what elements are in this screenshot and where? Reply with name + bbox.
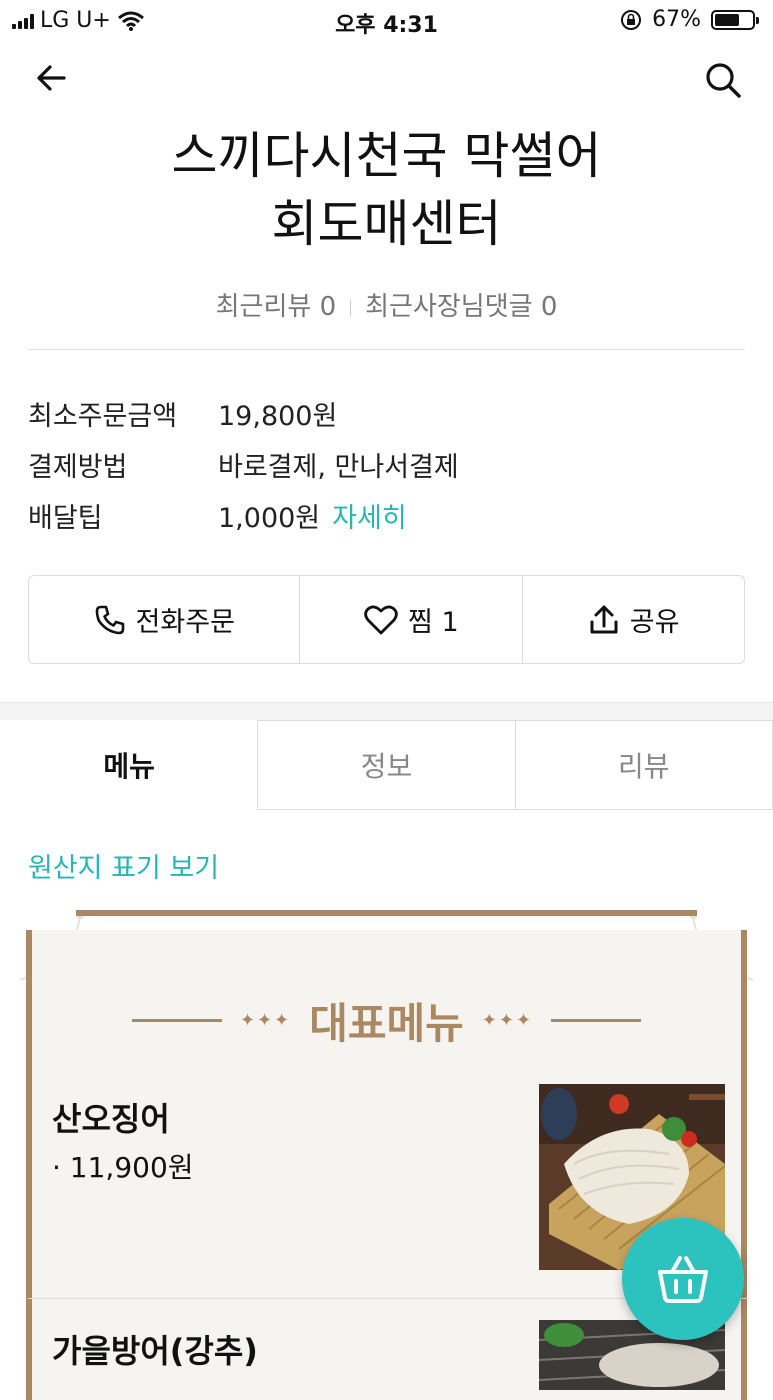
- heart-icon: [364, 605, 398, 634]
- tab-menu[interactable]: 메뉴: [0, 720, 259, 810]
- store-name-line1: 스끼다시천국 막썰어: [171, 127, 602, 185]
- store-name-line2: 회도매센터: [271, 195, 502, 253]
- header-line: [551, 1019, 642, 1022]
- share-label: 공유: [629, 607, 680, 638]
- call-order-label: 전화주문: [135, 607, 235, 638]
- back-button[interactable]: [32, 58, 72, 98]
- like-button[interactable]: 찜 1: [299, 576, 522, 663]
- battery-percent: 67%: [652, 7, 701, 32]
- battery-icon: [711, 9, 759, 30]
- call-order-button[interactable]: 전화주문: [29, 576, 299, 663]
- search-button[interactable]: [701, 58, 745, 102]
- rotation-lock-icon: [621, 9, 642, 30]
- min-order-row: 최소주문금액 19,800원: [28, 388, 459, 439]
- header-dots: ✦✦✦: [481, 1010, 534, 1031]
- phone-icon: [95, 605, 124, 634]
- board-title: 대표메뉴: [309, 999, 464, 1048]
- divider: [28, 349, 745, 350]
- payment-label: 결제방법: [28, 452, 128, 483]
- delivery-tip-row: 배달팁 1,000원 자세히: [28, 490, 459, 541]
- action-bar: 전화주문 찜 1 공유: [28, 575, 745, 664]
- menu-item-name: 산오징어: [52, 1100, 170, 1138]
- tab-info[interactable]: 정보: [258, 720, 516, 810]
- header-line: [131, 1019, 222, 1022]
- like-label: 찜 1: [408, 607, 459, 638]
- delivery-tip-label: 배달팁: [28, 503, 103, 534]
- payment-row: 결제방법 바로결제, 만나서결제: [28, 439, 459, 490]
- basket-icon: [658, 1256, 708, 1303]
- board-header: ✦✦✦ 대표메뉴 ✦✦✦: [14, 990, 759, 1051]
- min-order-value: 19,800원: [218, 401, 338, 432]
- min-order-label: 최소주문금액: [28, 401, 178, 432]
- delivery-tip-detail-link[interactable]: 자세히: [332, 496, 407, 535]
- menu-item-price: · 11,900원: [52, 1151, 194, 1184]
- status-right: 67%: [620, 7, 759, 32]
- store-info: 최소주문금액 19,800원 결제방법 바로결제, 만나서결제 배달팁 1,00…: [28, 388, 459, 541]
- share-button[interactable]: 공유: [522, 576, 744, 663]
- menu-item[interactable]: 가을방어(강추): [28, 1320, 749, 1400]
- search-icon: [706, 63, 741, 98]
- board-top-bar: [76, 910, 697, 934]
- review-summary: 최근리뷰 0 최근사장님댓글 0: [0, 286, 773, 323]
- tab-bar: 메뉴 정보 리뷰: [0, 720, 773, 810]
- nav-bar: [0, 52, 773, 108]
- menu-item-name: 가을방어(강추): [52, 1332, 258, 1370]
- divider: [350, 299, 352, 316]
- origin-info-link[interactable]: 원산지 표기 보기: [28, 846, 219, 885]
- header-dots: ✦✦✦: [239, 1010, 292, 1031]
- recent-reviews[interactable]: 최근리뷰 0: [216, 292, 337, 322]
- tab-review[interactable]: 리뷰: [515, 720, 773, 810]
- delivery-tip-value: 1,000원: [218, 503, 321, 534]
- arrow-left-icon: [37, 65, 66, 91]
- cart-button[interactable]: [622, 1218, 744, 1340]
- payment-value: 바로결제, 만나서결제: [218, 452, 459, 483]
- owner-replies[interactable]: 최근사장님댓글 0: [365, 292, 557, 322]
- section-divider: [0, 702, 773, 721]
- store-title: 스끼다시천국 막썰어 회도매센터: [0, 122, 773, 258]
- status-bar: LG U+ 오후 4:31 67%: [0, 0, 773, 40]
- share-icon: [590, 605, 618, 633]
